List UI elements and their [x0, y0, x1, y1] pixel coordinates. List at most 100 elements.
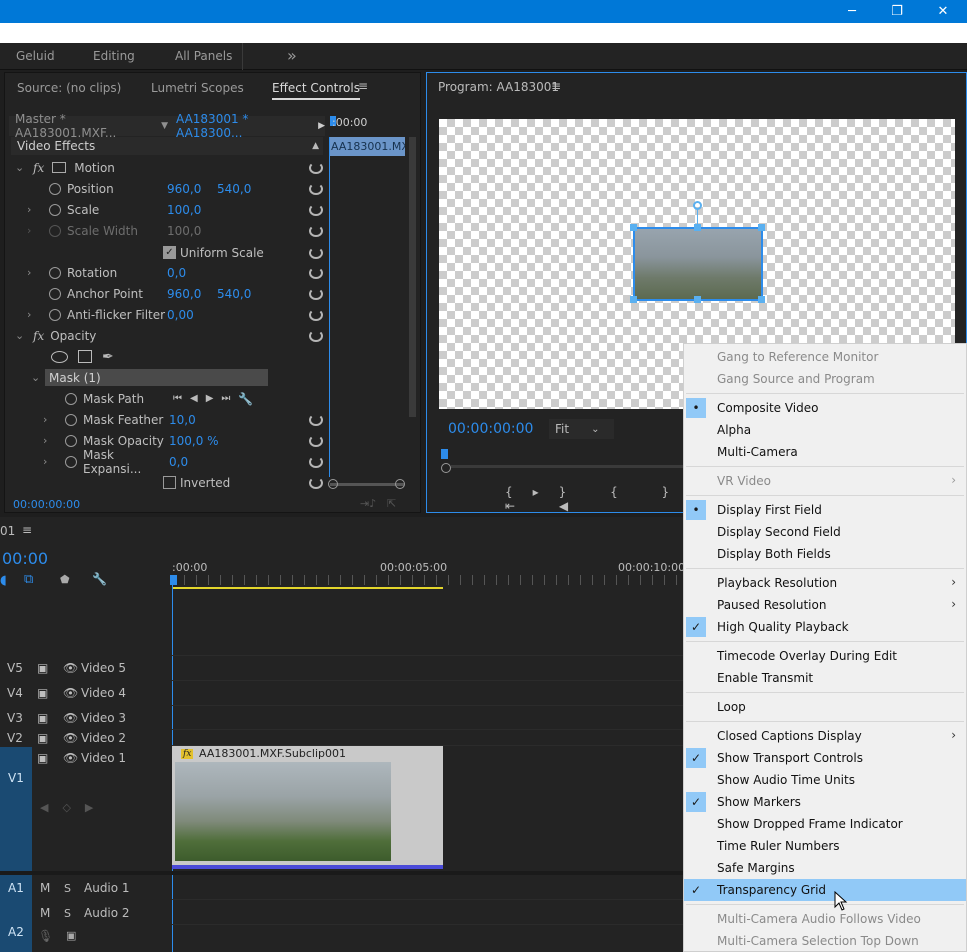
anchor-x-value[interactable]: 960,0	[167, 287, 217, 301]
menu-multicam-selection-top-down[interactable]: Multi-Camera Selection Top Down	[684, 930, 966, 952]
zoom-handle-left[interactable]	[441, 463, 451, 473]
mini-clip[interactable]: AA183001.MXF	[329, 137, 405, 156]
keyframe-nav[interactable]: ◀◇▶	[40, 801, 107, 814]
reset-icon[interactable]	[309, 161, 323, 174]
fx-icon[interactable]: fx	[33, 161, 44, 175]
transport-controls[interactable]: {▸} { } ⇤ ◀	[505, 485, 705, 513]
opacity-row[interactable]: ⌄ fx Opacity	[13, 325, 325, 346]
wrench-icon[interactable]: 🔧	[238, 392, 253, 406]
menu-timecode-overlay[interactable]: Timecode Overlay During Edit	[684, 645, 966, 667]
timeline-menu-icon[interactable]: ≡	[22, 523, 32, 537]
track-v5[interactable]: V5 ▣ 👁 Video 5	[0, 656, 172, 680]
mask-feather-value[interactable]: 10,0	[169, 413, 196, 427]
rotation-value[interactable]: 0,0	[167, 266, 186, 280]
stopwatch-icon[interactable]	[49, 287, 61, 300]
panel-menu-icon[interactable]: ≡	[358, 79, 368, 93]
linked-selection-icon[interactable]: ⧉	[24, 572, 33, 587]
menu-display-second-field[interactable]: Display Second Field	[684, 521, 966, 543]
reset-icon[interactable]	[309, 329, 323, 342]
menu-high-quality-playback[interactable]: ✓ High Quality Playback	[684, 616, 966, 638]
program-timecode[interactable]: 00:00:00:00	[448, 421, 533, 437]
zoom-handle-left[interactable]	[328, 479, 338, 489]
menu-vr-video[interactable]: VR Video ›	[684, 470, 966, 492]
stopwatch-icon[interactable]	[49, 203, 61, 216]
wrench-icon[interactable]: 🔧	[92, 572, 107, 586]
mask-label[interactable]: Mask (1)	[45, 369, 268, 386]
zoom-handle-right[interactable]	[395, 479, 405, 489]
playhead-icon[interactable]	[170, 575, 177, 585]
fx-icon[interactable]: fx	[33, 329, 44, 343]
track-v4[interactable]: V4 ▣ 👁 Video 4	[0, 681, 172, 705]
track-a1[interactable]: M S Audio 1	[0, 876, 172, 900]
effect-timecode[interactable]: 00:00:00:00	[13, 498, 80, 511]
transform-handle[interactable]	[630, 296, 637, 303]
add-marker-icon[interactable]: ⬟	[60, 573, 70, 586]
sequence-name[interactable]: 01	[0, 524, 15, 538]
share-icon[interactable]: ⇱	[387, 497, 396, 510]
track-v1[interactable]: ▣ 👁 Video 1	[0, 746, 172, 770]
reset-icon[interactable]	[309, 203, 323, 216]
mask-opacity-value[interactable]: 100,0 %	[169, 434, 219, 448]
reset-icon[interactable]	[309, 434, 323, 447]
ellipse-mask-icon[interactable]	[51, 350, 68, 363]
menu-alpha[interactable]: Alpha	[684, 419, 966, 441]
reset-icon[interactable]	[309, 476, 323, 489]
motion-row[interactable]: ⌄ fx Motion	[13, 157, 325, 178]
menu-gang-reference[interactable]: Gang to Reference Monitor	[684, 346, 966, 368]
collapse-icon[interactable]: ▲	[312, 141, 319, 151]
program-scrub-bar[interactable]	[451, 465, 691, 468]
mask-track-controls[interactable]: ⏮◀▶⏭	[173, 393, 238, 404]
play-arrow-icon[interactable]: ▶	[318, 121, 325, 131]
menu-loop[interactable]: Loop	[684, 696, 966, 718]
stopwatch-icon[interactable]	[65, 455, 77, 468]
export-icon[interactable]: ⇥♪	[360, 497, 376, 510]
microphone-icon[interactable]: 🎙	[38, 929, 53, 943]
minimize-button[interactable]: ─	[829, 0, 875, 23]
workspace-tab-editing[interactable]: Editing	[93, 49, 135, 63]
menu-playback-resolution[interactable]: Playback Resolution ›	[684, 572, 966, 594]
rectangle-mask-icon[interactable]	[78, 350, 92, 363]
pen-mask-icon[interactable]: ✒	[102, 349, 114, 365]
position-y-value[interactable]: 540,0	[217, 182, 251, 196]
tab-lumetri-scopes[interactable]: Lumetri Scopes	[151, 81, 244, 95]
menu-multicam-audio-follows[interactable]: Multi-Camera Audio Follows Video	[684, 908, 966, 930]
sequence-clip-label[interactable]: AA183001 * AA18300...	[176, 112, 304, 140]
menu-multi-camera[interactable]: Multi-Camera	[684, 441, 966, 463]
track-a2[interactable]: M S Audio 2	[0, 901, 172, 925]
work-area-bar[interactable]	[172, 587, 443, 589]
stopwatch-icon[interactable]	[65, 413, 77, 426]
reset-icon[interactable]	[309, 308, 323, 321]
playhead-icon[interactable]	[441, 449, 448, 459]
inverted-checkbox[interactable]	[163, 476, 176, 489]
menu-paused-resolution[interactable]: Paused Resolution ›	[684, 594, 966, 616]
maximize-button[interactable]: ❐	[874, 0, 920, 23]
menu-safe-margins[interactable]: Safe Margins	[684, 857, 966, 879]
anchor-y-value[interactable]: 540,0	[217, 287, 251, 301]
menu-show-audio-time-units[interactable]: Show Audio Time Units	[684, 769, 966, 791]
master-clip-label[interactable]: Master * AA183001.MXF...	[15, 112, 155, 140]
snap-icon[interactable]: ◖	[0, 573, 7, 588]
timeline-clip[interactable]: fx AA183001.MXF.Subclip001	[172, 746, 443, 869]
menu-show-transport-controls[interactable]: ✓ Show Transport Controls	[684, 747, 966, 769]
workspace-tab-all-panels[interactable]: All Panels	[175, 49, 232, 63]
fit-dropdown[interactable]: Fit ⌄	[549, 419, 614, 439]
reset-icon[interactable]	[309, 182, 323, 195]
transform-handle[interactable]	[694, 296, 701, 303]
close-button[interactable]: ✕	[920, 0, 966, 23]
menu-enable-transmit[interactable]: Enable Transmit	[684, 667, 966, 689]
program-menu-icon[interactable]: ≡	[551, 79, 561, 93]
reset-icon[interactable]	[309, 224, 323, 237]
workspace-tab-geluid[interactable]: Geluid	[16, 49, 55, 63]
toggle-sync-icon[interactable]: ▣	[66, 929, 76, 942]
menu-display-first-field[interactable]: • Display First Field	[684, 499, 966, 521]
menu-show-markers[interactable]: ✓ Show Markers	[684, 791, 966, 813]
menu-closed-captions[interactable]: Closed Captions Display ›	[684, 725, 966, 747]
menu-show-dropped-frame[interactable]: Show Dropped Frame Indicator	[684, 813, 966, 835]
mask-expansion-value[interactable]: 0,0	[169, 455, 188, 469]
menu-time-ruler-numbers[interactable]: Time Ruler Numbers	[684, 835, 966, 857]
menu-composite-video[interactable]: • Composite Video	[684, 397, 966, 419]
rotate-handle[interactable]	[693, 201, 702, 210]
video-preview-image[interactable]	[633, 227, 763, 301]
scale-value[interactable]: 100,0	[167, 203, 201, 217]
timeline-timecode[interactable]: 00:00	[2, 549, 48, 568]
